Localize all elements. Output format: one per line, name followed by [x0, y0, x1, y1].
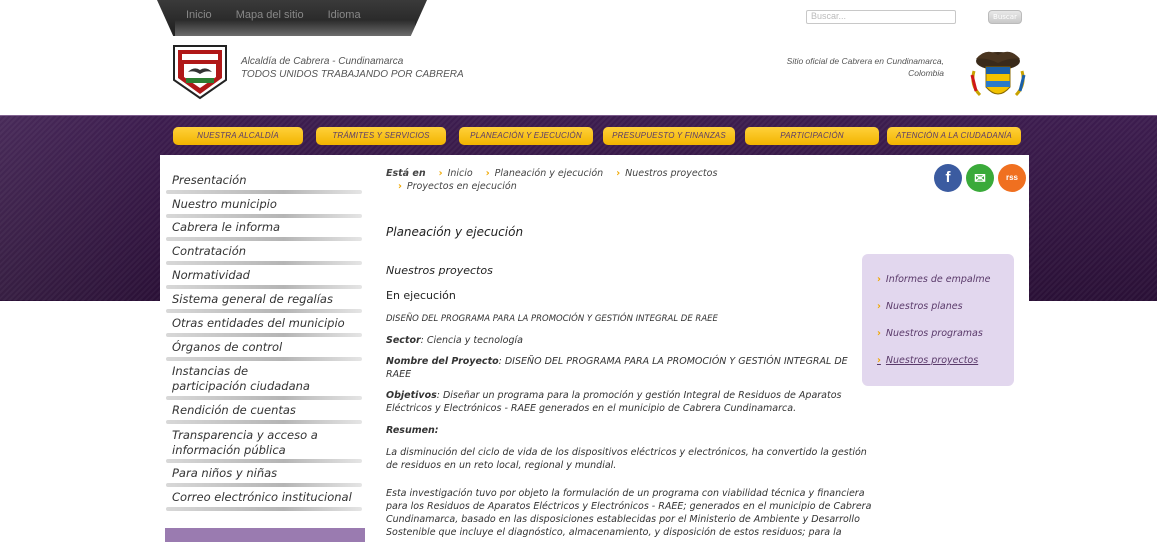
chevron-right-icon: ›: [877, 355, 881, 366]
related-link-label: Informes de empalme: [885, 274, 991, 285]
divider: [166, 420, 362, 424]
site-title-line2: TODOS UNIDOS TRABAJANDO POR CABRERA: [241, 69, 464, 80]
sector-value: : Ciencia y tecnología: [420, 335, 523, 346]
divider: [166, 214, 362, 218]
email-icon[interactable]: ✉: [966, 164, 994, 192]
sector-label: Sector: [386, 335, 421, 346]
divider: [166, 285, 362, 289]
top-link-sitemap[interactable]: Mapa del sitio: [236, 9, 304, 21]
colombia-coat-of-arms: [970, 51, 1026, 97]
nav-participacion[interactable]: PARTICIPACIÓN: [745, 127, 879, 145]
official-line1: Sitio oficial de Cabrera en Cundinamarca…: [786, 56, 944, 66]
related-link-proyectos[interactable]: › Nuestros proyectos: [877, 355, 978, 366]
breadcrumb-line2: › Proyectos en ejecución: [398, 181, 517, 192]
chevron-right-icon: ›: [398, 181, 402, 192]
cabrera-logo[interactable]: [172, 44, 228, 100]
sidebar-item-otras-entidades[interactable]: Otras entidades del municipio: [172, 316, 358, 331]
project-title: DISEÑO DEL PROGRAMA PARA LA PROMOCIÓN Y …: [386, 314, 718, 324]
sidebar-item-nuestro-municipio[interactable]: Nuestro municipio: [172, 197, 358, 212]
sidebar-item-rendicion-cuentas[interactable]: Rendición de cuentas: [172, 403, 358, 418]
divider: [166, 357, 362, 361]
breadcrumb-inicio[interactable]: Inicio: [448, 168, 473, 179]
chevron-right-icon: ›: [877, 301, 881, 312]
chevron-right-icon: ›: [485, 168, 490, 179]
breadcrumb-planeacion[interactable]: Planeación y ejecución: [495, 168, 604, 179]
official-line2: Colombia: [908, 68, 944, 78]
nav-atencion-ciudadania[interactable]: ATENCIÓN A LA CIUDADANÍA: [887, 127, 1021, 145]
search-input[interactable]: Buscar...: [806, 10, 956, 24]
sidebar-item-transparencia[interactable]: Transparencia y acceso a información púb…: [172, 428, 322, 458]
divider: [166, 309, 362, 313]
breadcrumb-current: Proyectos en ejecución: [406, 181, 517, 192]
nav-planeacion-ejecucion[interactable]: PLANEACIÓN Y EJECUCIÓN: [459, 127, 593, 145]
divider: [166, 459, 362, 463]
sector-row: Sector: Ciencia y tecnología: [386, 334, 881, 347]
divider: [166, 261, 362, 265]
subsection-title: En ejecución: [386, 289, 456, 302]
nav-presupuesto-finanzas[interactable]: PRESUPUESTO Y FINANZAS: [603, 127, 735, 145]
sidebar-item-correo-institucional[interactable]: Correo electrónico institucional: [172, 490, 358, 505]
sidebar-item-presentacion[interactable]: Presentación: [172, 173, 358, 188]
related-link-programas[interactable]: › Nuestros programas: [877, 328, 983, 339]
project-name-row: Nombre del Proyecto: DISEÑO DEL PROGRAMA…: [386, 355, 856, 381]
breadcrumb: Está en › Inicio › Planeación y ejecución …: [386, 168, 717, 179]
sidebar-item-instancias-participacion[interactable]: Instancias de participación ciudadana: [172, 364, 322, 394]
objectives-row: Objetivos: Diseñar un programa para la p…: [386, 389, 856, 415]
top-link-language[interactable]: Idioma: [328, 9, 361, 21]
divider: [166, 190, 362, 194]
top-links: Inicio Mapa del sitio Idioma: [186, 9, 361, 21]
band-shade: [0, 115, 160, 300]
chevron-right-icon: ›: [616, 168, 621, 179]
objectives-value: : Diseñar un programa para la promoción …: [386, 390, 842, 414]
chevron-right-icon: ›: [438, 168, 443, 179]
chevron-right-icon: ›: [877, 274, 881, 285]
divider: [166, 507, 362, 511]
nav-nuestra-alcaldia[interactable]: NUESTRA ALCALDÍA: [173, 127, 303, 145]
sidebar-item-organos-control[interactable]: Órganos de control: [172, 340, 358, 355]
sidebar-item-regalias[interactable]: Sistema general de regalías: [172, 292, 358, 307]
related-link-label: Nuestros programas: [885, 328, 983, 339]
rss-icon[interactable]: rss: [998, 164, 1026, 192]
objectives-label: Objetivos: [386, 390, 437, 401]
search-button[interactable]: Buscar: [988, 10, 1022, 24]
breadcrumb-proyectos[interactable]: Nuestros proyectos: [625, 168, 717, 179]
divider: [166, 396, 362, 400]
sidebar-item-normatividad[interactable]: Normatividad: [172, 268, 358, 283]
summary-paragraph-2: Esta investigación tuvo por objeto la fo…: [386, 488, 872, 538]
nav-tramites-servicios[interactable]: TRÁMITES Y SERVICIOS: [316, 127, 446, 145]
page-title: Planeación y ejecución: [386, 225, 524, 239]
divider: [166, 333, 362, 337]
related-link-informes[interactable]: › Informes de empalme: [877, 274, 990, 285]
project-name-label: Nombre del Proyecto: [386, 356, 499, 367]
related-link-label: Nuestros proyectos: [885, 355, 979, 366]
breadcrumb-prefix: Está en: [386, 168, 426, 179]
section-title: Nuestros proyectos: [386, 264, 493, 277]
site-title-line1: Alcaldía de Cabrera - Cundinamarca: [241, 56, 404, 67]
summary-label: Resumen:: [386, 425, 439, 436]
sidebar-item-ninos-ninas[interactable]: Para niños y niñas: [172, 466, 358, 481]
site-title: Alcaldía de Cabrera - Cundinamarca TODOS…: [241, 55, 464, 81]
related-link-label: Nuestros planes: [885, 301, 963, 312]
divider: [166, 237, 362, 241]
divider: [166, 483, 362, 487]
summary-paragraph-1: La disminución del ciclo de vida de los …: [386, 447, 867, 471]
facebook-icon[interactable]: f: [934, 164, 962, 192]
chevron-right-icon: ›: [877, 328, 881, 339]
sidebar-banner: [165, 528, 365, 542]
related-link-planes[interactable]: › Nuestros planes: [877, 301, 963, 312]
sidebar-item-cabrera-informa[interactable]: Cabrera le informa: [172, 220, 358, 235]
official-site-text: Sitio oficial de Cabrera en Cundinamarca…: [760, 55, 944, 79]
top-link-inicio[interactable]: Inicio: [186, 9, 212, 21]
sidebar-item-contratacion[interactable]: Contratación: [172, 244, 358, 259]
top-tab-shine: [175, 20, 415, 36]
